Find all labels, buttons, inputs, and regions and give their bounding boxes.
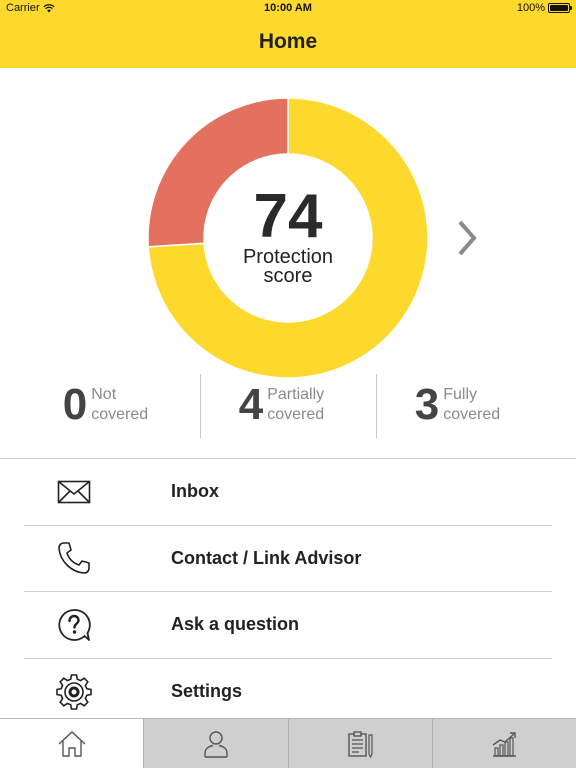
menu-list: Inbox Contact / Link Advisor Ask a quest…: [24, 459, 552, 725]
summary-not-covered[interactable]: 0 Not covered: [24, 372, 200, 438]
battery-indicator: 100%: [516, 2, 572, 14]
phone-icon: [54, 538, 94, 578]
protection-score-value: 74: [253, 182, 323, 251]
gear-icon: [54, 672, 94, 712]
summary-label-line: Not: [91, 386, 117, 403]
tab-profile[interactable]: [143, 719, 288, 768]
menu-item-label: Contact / Link Advisor: [171, 547, 362, 568]
menu-item-settings[interactable]: Settings: [24, 659, 552, 726]
summary-label-line: Partially: [267, 386, 325, 403]
battery-icon: [548, 3, 572, 13]
tab-bar: [0, 718, 576, 768]
status-bar: Carrier 10:00 AM 100%: [0, 0, 576, 16]
summary-count: 0: [62, 380, 88, 429]
summary-label: Fully covered: [443, 385, 513, 425]
summary-partially-covered[interactable]: 4 Partially covered: [200, 372, 376, 438]
menu-item-contact-advisor[interactable]: Contact / Link Advisor: [24, 526, 552, 592]
person-icon: [204, 730, 228, 758]
battery-percent: 100%: [516, 2, 545, 14]
summary-label-line: covered: [267, 406, 325, 423]
protection-score-label: Protection score: [242, 246, 334, 287]
summary-label: Not covered: [91, 385, 161, 425]
tab-home[interactable]: [0, 719, 144, 768]
summary-count: 4: [238, 380, 264, 429]
menu-item-ask-question[interactable]: Ask a question: [24, 592, 552, 659]
growth-chart-icon: [492, 731, 517, 757]
menu-item-inbox[interactable]: Inbox: [24, 459, 552, 526]
question-bubble-icon: [54, 605, 94, 645]
summary-label: Partially covered: [267, 385, 337, 425]
menu-item-label: Inbox: [171, 481, 219, 502]
score-center: 74 Protection score: [148, 98, 428, 378]
protection-score-chart[interactable]: 74 Protection score: [147, 97, 429, 379]
tab-growth[interactable]: [431, 719, 576, 768]
summary-label-line: covered: [91, 406, 149, 423]
menu-item-label: Ask a question: [171, 614, 300, 635]
status-time: 10:00 AM: [264, 2, 312, 14]
envelope-icon: [54, 472, 94, 512]
page-title: Home: [258, 30, 318, 53]
summary-fully-covered[interactable]: 3 Fully covered: [376, 372, 552, 438]
clipboard-icon: [348, 730, 373, 758]
home-icon: [58, 730, 86, 757]
summary-label-line: Fully: [443, 386, 478, 403]
menu-item-label: Settings: [171, 681, 243, 702]
summary-label-line: covered: [443, 406, 501, 423]
coverage-summary: 0 Not covered 4 Partially covered 3 Full…: [24, 372, 552, 438]
nav-bar: Home: [0, 16, 576, 68]
summary-count: 3: [414, 380, 440, 429]
tab-documents[interactable]: [287, 719, 432, 768]
chevron-right-icon[interactable]: [454, 216, 482, 260]
